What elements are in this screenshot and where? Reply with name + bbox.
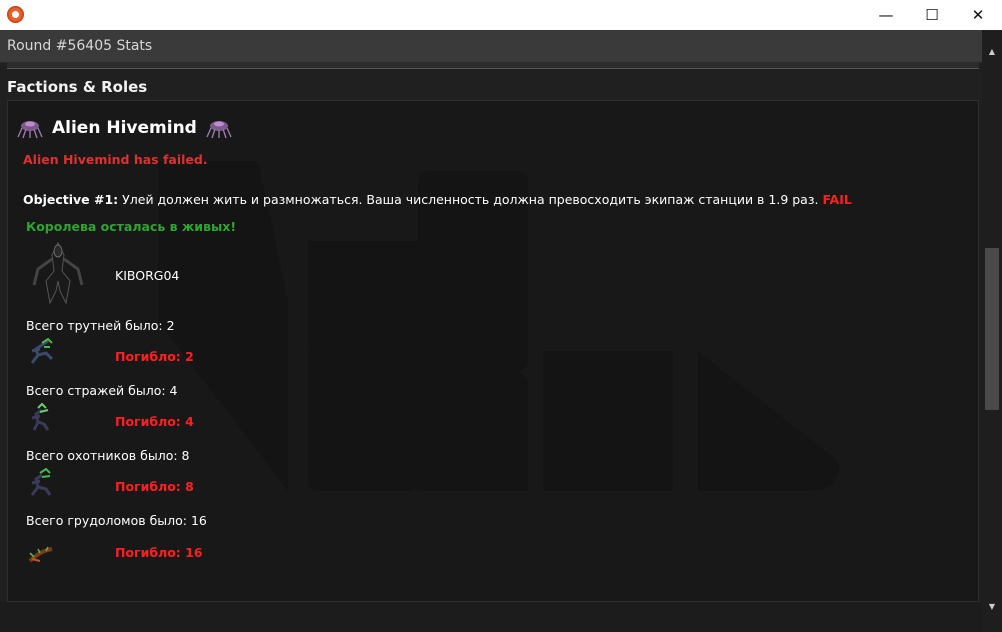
hunter-icon xyxy=(30,467,52,496)
drone-icon xyxy=(30,337,54,364)
xeno-hive-icon xyxy=(17,121,43,139)
objective-status: FAIL xyxy=(822,192,852,207)
window-titlebar: — ☐ ✕ xyxy=(0,0,1002,30)
scroll-up-icon[interactable]: ▲ xyxy=(982,42,1002,60)
queen-status: Королева осталась в живых! xyxy=(26,219,237,234)
caste-count: Всего охотников было: 8 xyxy=(26,448,190,463)
objective-label: Objective #1: xyxy=(23,192,119,207)
caste-died: Погибло: 16 xyxy=(115,545,203,560)
xeno-hive-icon xyxy=(206,121,232,139)
caste-count: Всего стражей было: 4 xyxy=(26,383,178,398)
faction-result: Alien Hivemind has failed. xyxy=(23,152,208,167)
caste-count: Всего грудоломов было: 16 xyxy=(26,513,207,528)
objective-text: Улей должен жить и размножаться. Ваша чи… xyxy=(122,192,819,207)
app-icon xyxy=(7,6,24,23)
minimize-button[interactable]: — xyxy=(863,0,909,30)
bottom-strip xyxy=(0,602,982,632)
faction-panel: Alien Hivemind Alien Hivemind has failed… xyxy=(7,100,979,602)
scrollbar-thumb[interactable] xyxy=(985,248,999,410)
scroll-down-icon[interactable]: ▼ xyxy=(982,597,1002,615)
caste-died: Погибло: 8 xyxy=(115,479,194,494)
section-title: Factions & Roles xyxy=(7,78,148,96)
queen-player-name: KIBORG04 xyxy=(115,268,180,283)
app-header: Round #56405 Stats xyxy=(0,30,982,63)
maximize-button[interactable]: ☐ xyxy=(909,0,955,30)
close-button[interactable]: ✕ xyxy=(955,0,1001,30)
larva-icon xyxy=(28,546,53,563)
faction-title: Alien Hivemind xyxy=(52,118,197,138)
caste-died: Погибло: 2 xyxy=(115,349,194,364)
faction-header: Alien Hivemind xyxy=(16,117,233,139)
vertical-scrollbar[interactable]: ▲ ▼ xyxy=(982,30,1002,632)
sentinel-icon xyxy=(31,402,50,431)
xeno-queen-icon xyxy=(32,241,84,305)
header-divider xyxy=(7,62,979,69)
caste-count: Всего трутней было: 2 xyxy=(26,318,175,333)
window-title: Round #56405 Stats xyxy=(7,38,153,54)
objective-line: Objective #1: Улей должен жить и размнож… xyxy=(23,192,852,207)
caste-died: Погибло: 4 xyxy=(115,414,194,429)
